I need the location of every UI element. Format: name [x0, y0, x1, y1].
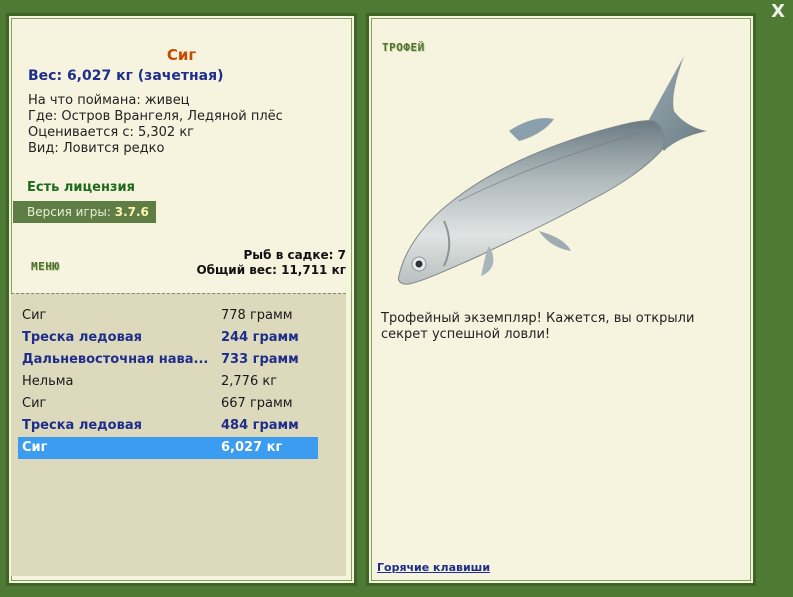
- fish-weight: Вес: 6,027 кг (зачетная): [28, 68, 224, 84]
- catch-list-item[interactable]: Сиг 6,027 кг: [18, 437, 318, 459]
- catch-list-item[interactable]: Треска ледовая 244 грамм: [18, 327, 318, 349]
- catch-list-item[interactable]: Треска ледовая 484 грамм: [18, 415, 318, 437]
- catch-fish-name: Нельма: [22, 374, 74, 389]
- catch-fish-name: Треска ледовая: [22, 330, 142, 345]
- license-status: Есть лицензия: [27, 180, 135, 195]
- location-info: Где: Остров Врангеля, Ледяной плёс: [28, 109, 283, 124]
- valuation-info: Оценивается с: 5,302 кг: [28, 125, 195, 140]
- hotkeys-link[interactable]: Горячие клавиши: [377, 561, 490, 574]
- version-badge: Версия игры: 3.7.6: [13, 201, 156, 223]
- fish-name: Сиг: [166, 46, 197, 64]
- fish-info-panel: Сиг Вес: 6,027 кг (зачетная) На что пойм…: [6, 13, 357, 586]
- keepnet-stats: Рыб в садке: 7 Общий вес: 11,711 кг: [196, 248, 346, 278]
- catch-list-item[interactable]: Сиг 667 грамм: [18, 393, 318, 415]
- catch-fish-weight: 2,776 кг: [221, 374, 278, 389]
- fish-count: Рыб в садке: 7: [243, 248, 347, 262]
- bait-info: На что поймана: живец: [28, 93, 190, 108]
- catch-fish-weight: 778 грамм: [221, 308, 293, 323]
- catch-list: Сиг 778 грамм Треска ледовая 244 грамм Дальн…: [11, 293, 346, 576]
- catch-fish-weight: 6,027 кг: [221, 440, 283, 455]
- catch-fish-name: Сиг: [22, 440, 48, 455]
- catch-list-item[interactable]: Нельма 2,776 кг: [18, 371, 318, 393]
- catch-fish-name: Треска ледовая: [22, 418, 142, 433]
- fish-image: [398, 56, 707, 285]
- catch-fish-name: Сиг: [22, 396, 47, 411]
- trophy-panel: ТРОФЕЙ Трофейный экземпляр! Кажется, вы …: [366, 13, 756, 586]
- version-label: Версия игры:: [27, 205, 111, 219]
- catch-fish-name: Сиг: [22, 308, 47, 323]
- catch-fish-weight: 244 грамм: [221, 330, 299, 345]
- catch-list-item[interactable]: Сиг 778 грамм: [18, 305, 318, 327]
- catch-fish-weight: 733 грамм: [221, 352, 299, 367]
- catch-fish-weight: 667 грамм: [221, 396, 293, 411]
- rarity-info: Вид: Ловится редко: [28, 141, 165, 156]
- total-weight: Общий вес: 11,711 кг: [196, 263, 346, 277]
- catch-fish-weight: 484 грамм: [221, 418, 299, 433]
- menu-button[interactable]: МЕНЮ: [31, 260, 60, 273]
- close-button[interactable]: X: [771, 2, 785, 22]
- trophy-description: Трофейный экземпляр! Кажется, вы открыли…: [381, 311, 695, 342]
- version-value: 3.7.6: [114, 205, 149, 219]
- catch-list-item[interactable]: Дальневосточная нава... 733 грамм: [18, 349, 318, 371]
- catch-fish-name: Дальневосточная нава...: [22, 352, 209, 367]
